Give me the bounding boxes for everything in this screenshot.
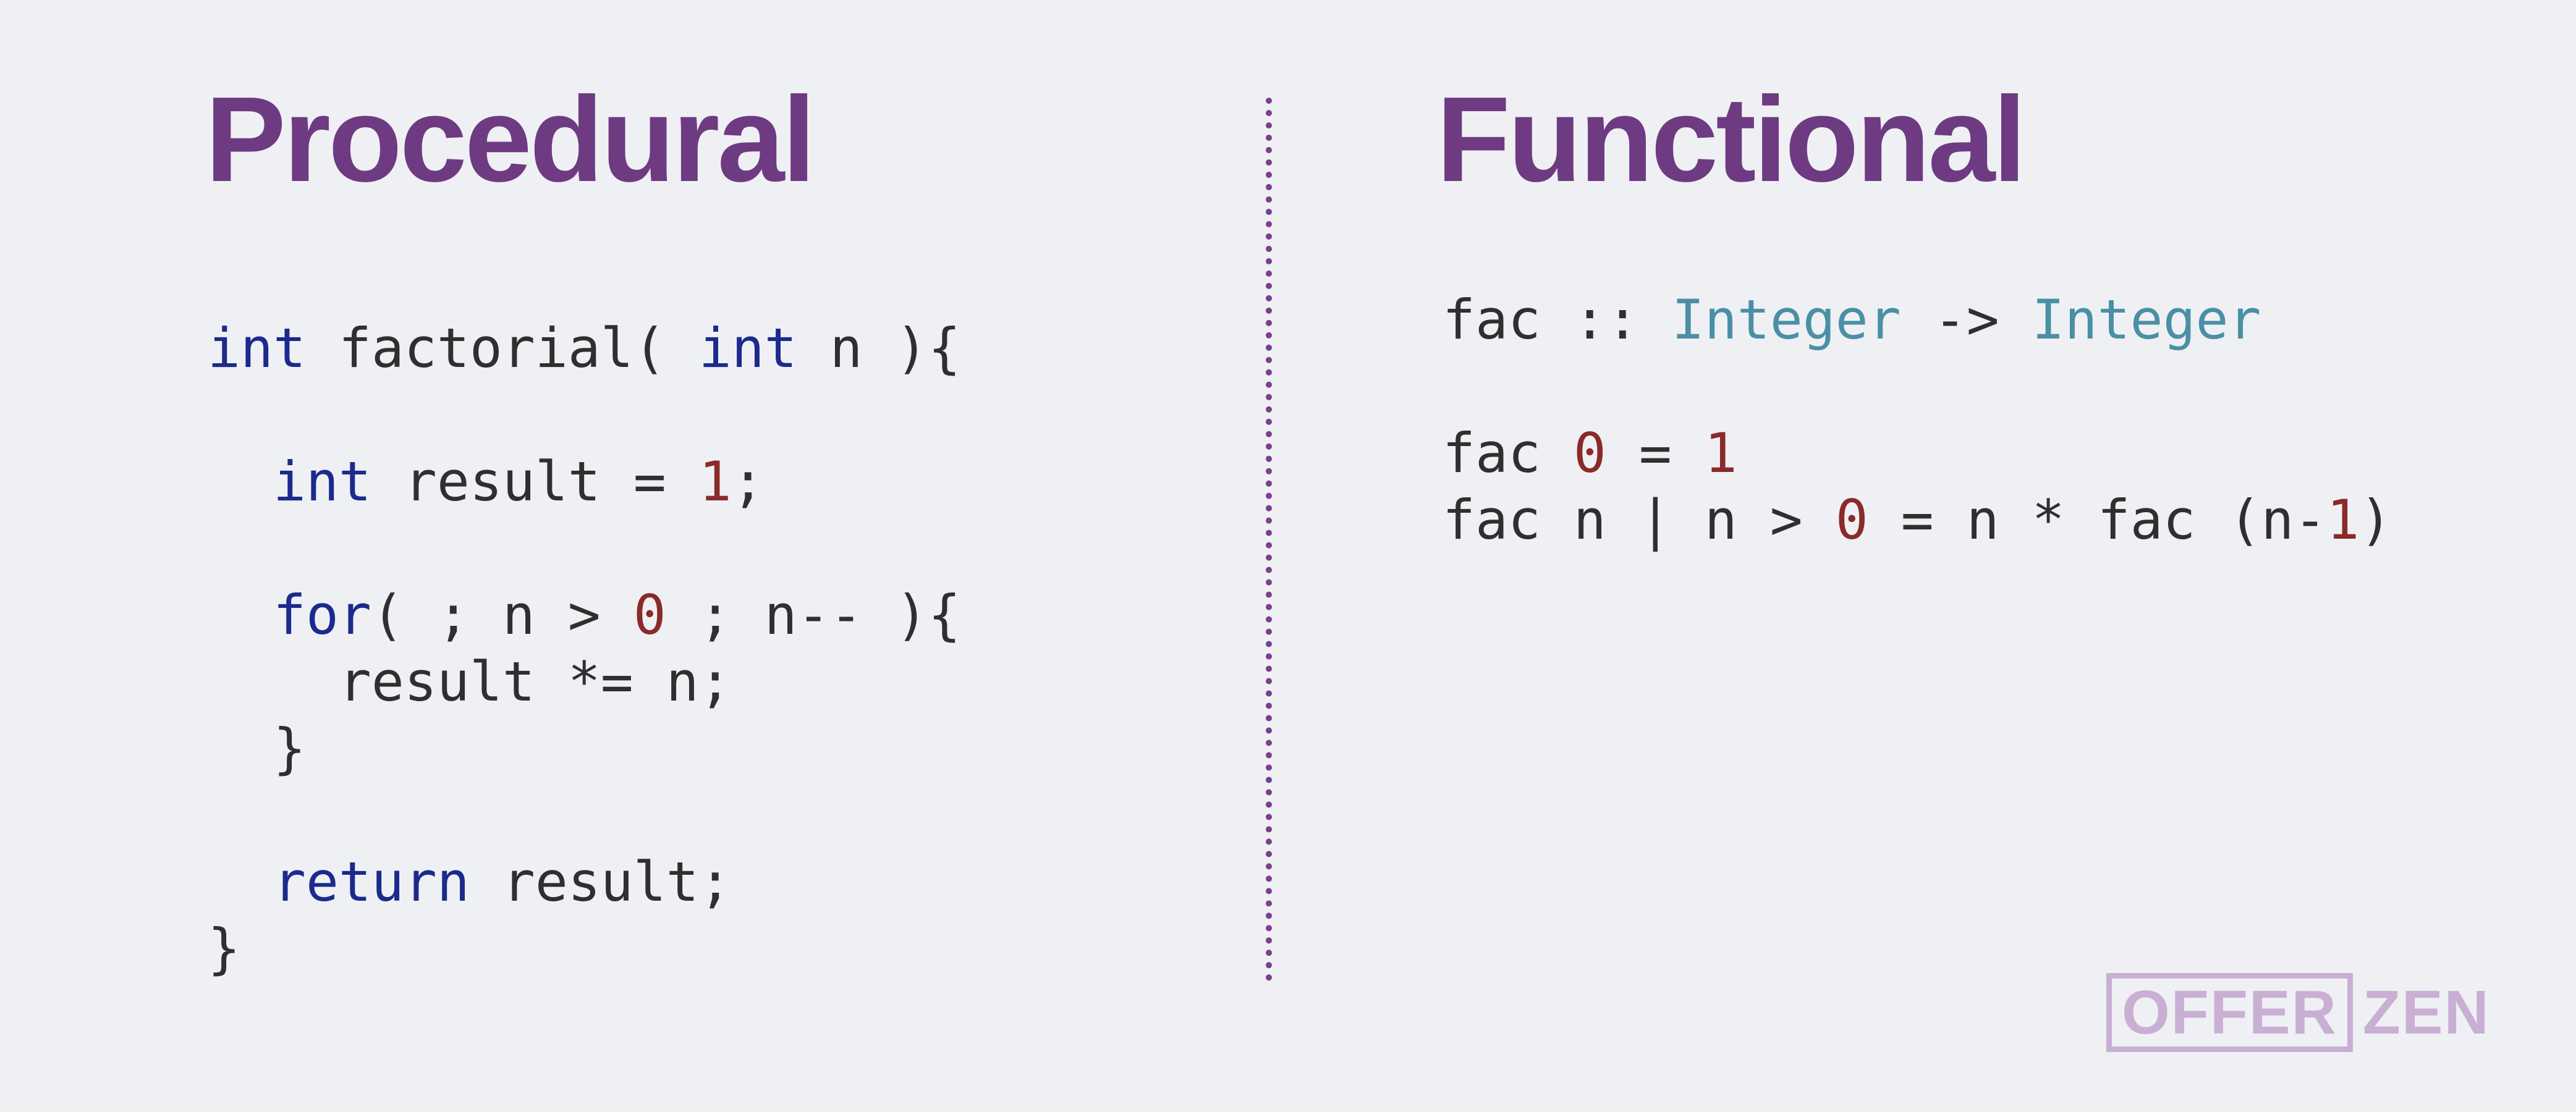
logo-boxed-text: OFFER	[2106, 973, 2353, 1052]
code-line: for( ; n > 0 ; n-- ){	[208, 582, 961, 649]
code-token: fac	[1443, 421, 1574, 485]
code-line: result *= n;	[208, 649, 961, 715]
code-token: result;	[469, 850, 732, 914]
code-token: ( ; n >	[371, 583, 633, 647]
code-token: result =	[371, 450, 699, 513]
procedural-code-block: int factorial( int n ){ int result = 1 ; …	[208, 315, 961, 982]
code-line: int factorial( int n ){	[208, 315, 961, 382]
functional-code-block: fac :: Integer -> Integer fac 0 = 1 fac n …	[1443, 287, 2392, 554]
code-line: fac n | n > 0 = n * fac (n-1)	[1443, 487, 2392, 554]
code-token: )	[2359, 488, 2392, 552]
dotted-divider	[1266, 98, 1272, 981]
code-line: fac :: Integer -> Integer	[1443, 287, 2392, 353]
procedural-heading: Procedural	[205, 72, 816, 207]
code-line: fac 0 = 1	[1443, 420, 2392, 487]
code-token: factorial(	[305, 316, 699, 380]
code-token: }	[208, 717, 306, 780]
code-token: 0	[1573, 421, 1606, 485]
code-token: 1	[2326, 488, 2360, 552]
code-line: return result;	[208, 849, 961, 916]
code-token: int	[208, 316, 306, 380]
code-token: n ){	[797, 316, 961, 380]
code-token: ; n-- ){	[666, 583, 961, 647]
code-token: result *= n;	[208, 650, 732, 714]
code-token: = n * fac (n-	[1868, 488, 2327, 552]
code-token: for	[273, 583, 371, 647]
code-token: }	[208, 917, 240, 980]
code-token: int	[273, 450, 371, 513]
code-token: 1	[698, 450, 732, 513]
code-token: ;	[731, 450, 765, 513]
code-token: fac n | n >	[1443, 488, 1836, 552]
code-token: int	[698, 316, 797, 380]
code-token: Integer	[2032, 288, 2261, 352]
code-token: =	[1606, 421, 1705, 485]
logo-plain-text: ZEN	[2362, 977, 2490, 1047]
code-token: 0	[633, 583, 666, 647]
code-token: ->	[1900, 288, 2032, 352]
code-line: }	[208, 916, 961, 982]
code-token: 1	[1704, 421, 1737, 485]
functional-heading: Functional	[1436, 72, 2027, 207]
code-token: fac ::	[1443, 288, 1672, 352]
code-token: Integer	[1671, 288, 1901, 352]
code-line: }	[208, 715, 961, 782]
code-token: return	[273, 850, 470, 914]
offerzen-logo: OFFER ZEN	[2106, 973, 2490, 1052]
code-token: 0	[1835, 488, 1868, 552]
code-line: int result = 1;	[208, 449, 961, 515]
